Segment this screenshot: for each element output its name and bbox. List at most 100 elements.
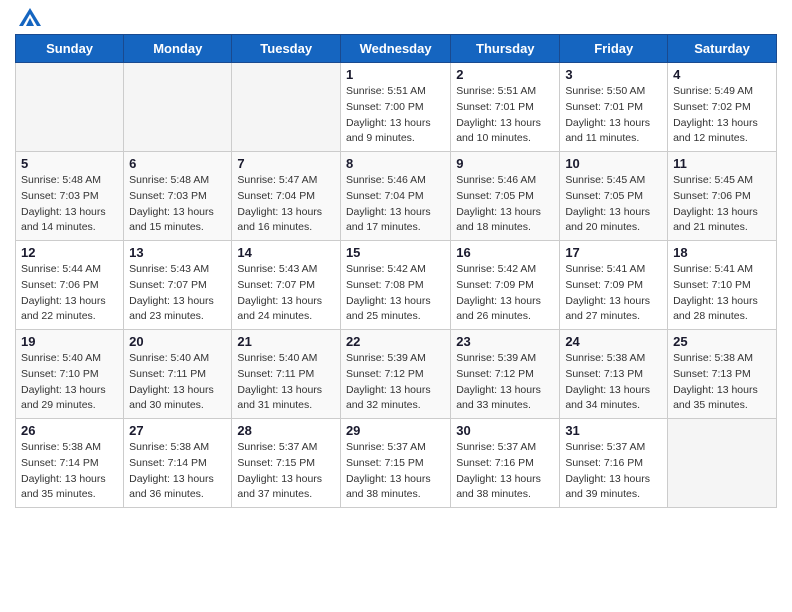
calendar-cell: 11 Sunrise: 5:45 AM Sunset: 7:06 PM Dayli… (668, 152, 777, 241)
calendar-cell: 17 Sunrise: 5:41 AM Sunset: 7:09 PM Dayli… (560, 241, 668, 330)
weekday-header-saturday: Saturday (668, 35, 777, 63)
day-info: Sunrise: 5:40 AM Sunset: 7:10 PM Dayligh… (21, 351, 118, 414)
calendar-cell: 22Sunrise: 5:39 AM Sunset: 7:12 PM Dayli… (340, 330, 450, 419)
calendar-cell: 26 Sunrise: 5:38 AM Sunset: 7:14 PM Dayli… (16, 419, 124, 508)
day-info: Sunrise: 5:38 AM Sunset: 7:13 PM Dayligh… (565, 351, 662, 414)
calendar-cell: 13 Sunrise: 5:43 AM Sunset: 7:07 PM Dayli… (124, 241, 232, 330)
calendar-cell: 3 Sunrise: 5:50 AM Sunset: 7:01 PM Daylig… (560, 63, 668, 152)
day-info: Sunrise: 5:47 AM Sunset: 7:04 PM Dayligh… (237, 173, 335, 236)
weekday-header-friday: Friday (560, 35, 668, 63)
day-info: Sunrise: 5:37 AM Sunset: 7:16 PM Dayligh… (565, 440, 662, 503)
day-number: 11 (673, 156, 771, 171)
day-info: Sunrise: 5:51 AM Sunset: 7:00 PM Dayligh… (346, 84, 445, 147)
calendar-cell: 12Sunrise: 5:44 AM Sunset: 7:06 PM Dayli… (16, 241, 124, 330)
weekday-header-monday: Monday (124, 35, 232, 63)
calendar-week-2: 5 Sunrise: 5:48 AM Sunset: 7:03 PM Daylig… (16, 152, 777, 241)
day-info: Sunrise: 5:43 AM Sunset: 7:07 PM Dayligh… (237, 262, 335, 325)
day-info: Sunrise: 5:51 AM Sunset: 7:01 PM Dayligh… (456, 84, 554, 147)
day-number: 6 (129, 156, 226, 171)
calendar-cell: 8 Sunrise: 5:46 AM Sunset: 7:04 PM Daylig… (340, 152, 450, 241)
day-number: 27 (129, 423, 226, 438)
day-info: Sunrise: 5:42 AM Sunset: 7:08 PM Dayligh… (346, 262, 445, 325)
day-number: 17 (565, 245, 662, 260)
calendar-cell (232, 63, 341, 152)
header (15, 10, 777, 26)
day-info: Sunrise: 5:45 AM Sunset: 7:06 PM Dayligh… (673, 173, 771, 236)
day-number: 20 (129, 334, 226, 349)
day-info: Sunrise: 5:39 AM Sunset: 7:12 PM Dayligh… (346, 351, 445, 414)
day-number: 24 (565, 334, 662, 349)
day-info: Sunrise: 5:48 AM Sunset: 7:03 PM Dayligh… (21, 173, 118, 236)
weekday-header-thursday: Thursday (451, 35, 560, 63)
day-number: 29 (346, 423, 445, 438)
day-number: 25 (673, 334, 771, 349)
day-number: 26 (21, 423, 118, 438)
calendar-cell: 24 Sunrise: 5:38 AM Sunset: 7:13 PM Dayli… (560, 330, 668, 419)
calendar-cell: 19 Sunrise: 5:40 AM Sunset: 7:10 PM Dayli… (16, 330, 124, 419)
calendar-week-4: 19 Sunrise: 5:40 AM Sunset: 7:10 PM Dayli… (16, 330, 777, 419)
calendar-cell: 2 Sunrise: 5:51 AM Sunset: 7:01 PM Daylig… (451, 63, 560, 152)
day-number: 13 (129, 245, 226, 260)
day-info: Sunrise: 5:46 AM Sunset: 7:05 PM Dayligh… (456, 173, 554, 236)
calendar-cell: 27 Sunrise: 5:38 AM Sunset: 7:14 PM Dayli… (124, 419, 232, 508)
day-number: 16 (456, 245, 554, 260)
calendar-cell: 25 Sunrise: 5:38 AM Sunset: 7:13 PM Dayli… (668, 330, 777, 419)
day-info: Sunrise: 5:37 AM Sunset: 7:15 PM Dayligh… (346, 440, 445, 503)
day-info: Sunrise: 5:50 AM Sunset: 7:01 PM Dayligh… (565, 84, 662, 147)
day-number: 21 (237, 334, 335, 349)
calendar-cell: 30Sunrise: 5:37 AM Sunset: 7:16 PM Dayli… (451, 419, 560, 508)
day-info: Sunrise: 5:38 AM Sunset: 7:13 PM Dayligh… (673, 351, 771, 414)
calendar-cell: 5 Sunrise: 5:48 AM Sunset: 7:03 PM Daylig… (16, 152, 124, 241)
day-number: 23 (456, 334, 554, 349)
day-number: 28 (237, 423, 335, 438)
calendar-cell: 9Sunrise: 5:46 AM Sunset: 7:05 PM Daylig… (451, 152, 560, 241)
calendar-cell (124, 63, 232, 152)
day-info: Sunrise: 5:42 AM Sunset: 7:09 PM Dayligh… (456, 262, 554, 325)
calendar-table: SundayMondayTuesdayWednesdayThursdayFrid… (15, 34, 777, 508)
day-info: Sunrise: 5:41 AM Sunset: 7:09 PM Dayligh… (565, 262, 662, 325)
calendar-cell: 21 Sunrise: 5:40 AM Sunset: 7:11 PM Dayli… (232, 330, 341, 419)
day-number: 14 (237, 245, 335, 260)
day-number: 19 (21, 334, 118, 349)
day-info: Sunrise: 5:37 AM Sunset: 7:15 PM Dayligh… (237, 440, 335, 503)
weekday-header-wednesday: Wednesday (340, 35, 450, 63)
day-number: 8 (346, 156, 445, 171)
day-info: Sunrise: 5:44 AM Sunset: 7:06 PM Dayligh… (21, 262, 118, 325)
day-number: 7 (237, 156, 335, 171)
calendar-week-5: 26 Sunrise: 5:38 AM Sunset: 7:14 PM Dayli… (16, 419, 777, 508)
calendar-cell: 31 Sunrise: 5:37 AM Sunset: 7:16 PM Dayli… (560, 419, 668, 508)
day-number: 15 (346, 245, 445, 260)
calendar-cell: 16 Sunrise: 5:42 AM Sunset: 7:09 PM Dayli… (451, 241, 560, 330)
day-number: 31 (565, 423, 662, 438)
calendar-cell: 23 Sunrise: 5:39 AM Sunset: 7:12 PM Dayli… (451, 330, 560, 419)
logo-icon (19, 8, 41, 26)
day-number: 2 (456, 67, 554, 82)
calendar-cell: 18 Sunrise: 5:41 AM Sunset: 7:10 PM Dayli… (668, 241, 777, 330)
day-number: 5 (21, 156, 118, 171)
calendar-cell: 6Sunrise: 5:48 AM Sunset: 7:03 PM Daylig… (124, 152, 232, 241)
day-number: 3 (565, 67, 662, 82)
day-info: Sunrise: 5:40 AM Sunset: 7:11 PM Dayligh… (129, 351, 226, 414)
calendar-week-1: 1 Sunrise: 5:51 AM Sunset: 7:00 PM Daylig… (16, 63, 777, 152)
day-info: Sunrise: 5:49 AM Sunset: 7:02 PM Dayligh… (673, 84, 771, 147)
calendar-cell: 7 Sunrise: 5:47 AM Sunset: 7:04 PM Daylig… (232, 152, 341, 241)
day-info: Sunrise: 5:38 AM Sunset: 7:14 PM Dayligh… (21, 440, 118, 503)
day-number: 10 (565, 156, 662, 171)
calendar-cell: 1 Sunrise: 5:51 AM Sunset: 7:00 PM Daylig… (340, 63, 450, 152)
calendar-cell (668, 419, 777, 508)
day-info: Sunrise: 5:41 AM Sunset: 7:10 PM Dayligh… (673, 262, 771, 325)
weekday-header-tuesday: Tuesday (232, 35, 341, 63)
day-number: 4 (673, 67, 771, 82)
day-info: Sunrise: 5:38 AM Sunset: 7:14 PM Dayligh… (129, 440, 226, 503)
day-number: 18 (673, 245, 771, 260)
calendar-cell: 14 Sunrise: 5:43 AM Sunset: 7:07 PM Dayli… (232, 241, 341, 330)
day-number: 1 (346, 67, 445, 82)
day-info: Sunrise: 5:46 AM Sunset: 7:04 PM Dayligh… (346, 173, 445, 236)
calendar-header-row: SundayMondayTuesdayWednesdayThursdayFrid… (16, 35, 777, 63)
calendar-body: 1 Sunrise: 5:51 AM Sunset: 7:00 PM Daylig… (16, 63, 777, 508)
calendar-cell: 20 Sunrise: 5:40 AM Sunset: 7:11 PM Dayli… (124, 330, 232, 419)
day-info: Sunrise: 5:39 AM Sunset: 7:12 PM Dayligh… (456, 351, 554, 414)
day-info: Sunrise: 5:40 AM Sunset: 7:11 PM Dayligh… (237, 351, 335, 414)
day-info: Sunrise: 5:43 AM Sunset: 7:07 PM Dayligh… (129, 262, 226, 325)
calendar-cell: 10Sunrise: 5:45 AM Sunset: 7:05 PM Dayli… (560, 152, 668, 241)
